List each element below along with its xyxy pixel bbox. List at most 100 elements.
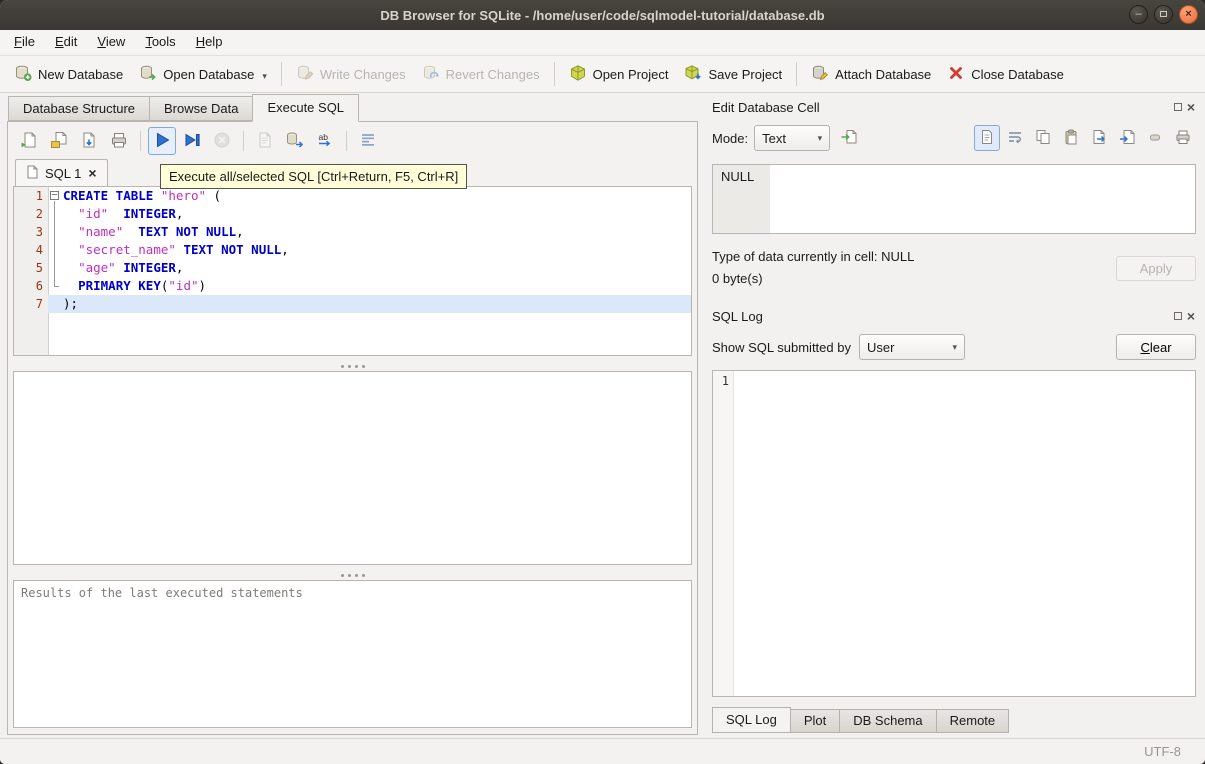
titlebar[interactable]: DB Browser for SQLite - /home/user/code/… — [0, 0, 1205, 30]
mode-select[interactable]: Text ▾ — [754, 125, 831, 151]
menubar: File Edit View Tools Help — [0, 30, 1205, 56]
close-window-button[interactable]: × — [1179, 5, 1198, 24]
clear-log-button[interactable]: Clear — [1116, 334, 1196, 360]
close-database-label: Close Database — [971, 66, 1064, 82]
printer-icon — [1174, 128, 1192, 149]
apply-button[interactable]: Apply — [1116, 255, 1196, 281]
fold-collapse-icon[interactable]: – — [48, 187, 63, 205]
menu-file[interactable]: File — [4, 30, 45, 55]
log-filter-label: Show SQL submitted by — [712, 339, 851, 355]
attach-database-button[interactable]: Attach Database — [803, 60, 939, 89]
close-tab-icon[interactable]: × — [88, 165, 96, 181]
null-icon — [1146, 128, 1164, 149]
save-project-label: Save Project — [708, 66, 783, 82]
cell-value-editor[interactable]: NULL — [712, 164, 1196, 234]
sql-editor[interactable]: 1– CREATE TABLE "hero" (2 "id" INTEGER, 3 … — [13, 186, 692, 356]
editor-line-2[interactable]: 2 "id" INTEGER, — [14, 205, 691, 223]
main-toolbar: New Database Open Database ▾ Write Chang… — [0, 56, 1205, 93]
fold-margin — [48, 223, 63, 241]
menu-tools[interactable]: Tools — [135, 30, 185, 55]
new-tab-icon — [19, 130, 39, 153]
line-number: 4 — [35, 243, 43, 257]
save-sql-file-button[interactable] — [75, 127, 103, 155]
attach-database-label: Attach Database — [835, 66, 932, 82]
minimize-button[interactable]: – — [1129, 5, 1148, 24]
close-database-button[interactable]: Close Database — [939, 60, 1072, 89]
execute-current-line-button[interactable] — [178, 127, 206, 155]
log-filter-value: User — [866, 339, 895, 355]
window-title: DB Browser for SQLite - /home/user/code/… — [380, 7, 825, 23]
log-filter-select[interactable]: User ▾ — [858, 334, 965, 360]
open-sql-file-button[interactable] — [45, 127, 73, 155]
execute-sql-panel: ab SQL 1 × 1– CREATE TABLE "hero" (2 "id"… — [7, 121, 698, 735]
open-database-button[interactable]: Open Database ▾ — [131, 60, 275, 89]
print-cell-button[interactable] — [1170, 125, 1196, 151]
new-database-button[interactable]: New Database — [6, 60, 131, 89]
import-data-button[interactable] — [836, 125, 862, 151]
export-cell-button[interactable] — [1086, 125, 1112, 151]
open-sql-new-tab-button[interactable] — [15, 127, 43, 155]
results-grid[interactable] — [13, 371, 692, 565]
database-export-icon — [285, 130, 305, 153]
word-wrap-icon — [1006, 128, 1024, 149]
text-mode-button[interactable] — [974, 125, 1000, 151]
write-changes-button[interactable]: Write Changes — [288, 60, 414, 89]
copy-icon — [1034, 128, 1052, 149]
float-panel-icon[interactable] — [1173, 312, 1182, 320]
cell-value-gutter: NULL — [713, 165, 770, 233]
edit-cell-title: Edit Database Cell — [712, 99, 820, 115]
save-project-button[interactable]: Save Project — [676, 60, 790, 89]
tab-execute-sql[interactable]: Execute SQL — [252, 94, 360, 122]
print-sql-button[interactable] — [105, 127, 133, 155]
sql-document-tab[interactable]: SQL 1 × — [15, 159, 108, 186]
word-wrap-button[interactable] — [1002, 125, 1028, 151]
editor-line-4[interactable]: 4 "secret_name" TEXT NOT NULL, — [14, 241, 691, 259]
float-panel-icon[interactable] — [1173, 103, 1182, 111]
bottom-tab-remote[interactable]: Remote — [935, 709, 1010, 733]
maximize-button[interactable] — [1154, 5, 1173, 24]
import-cell-button[interactable] — [1114, 125, 1140, 151]
editor-line-3[interactable]: 3 "name" TEXT NOT NULL, — [14, 223, 691, 241]
code-text: "age" INTEGER, — [78, 260, 184, 275]
close-panel-icon[interactable]: × — [1187, 100, 1195, 114]
find-replace-button[interactable]: ab — [311, 127, 339, 155]
maximize-icon — [1160, 11, 1167, 17]
splitter-handle[interactable] — [13, 565, 692, 580]
toolbar-separator — [243, 131, 244, 151]
set-null-button[interactable] — [1142, 125, 1168, 151]
line-number: 6 — [35, 279, 43, 293]
editor-line-7[interactable]: 7); — [14, 295, 691, 313]
stop-execution-button[interactable] — [208, 127, 236, 155]
sql-log-area[interactable]: 1 — [712, 370, 1196, 697]
save-results-button[interactable] — [251, 127, 279, 155]
editor-line-1[interactable]: 1– CREATE TABLE "hero" ( — [14, 187, 691, 205]
close-database-icon — [947, 64, 965, 85]
results-message-area[interactable]: Results of the last executed statements — [13, 580, 692, 728]
open-project-button[interactable]: Open Project — [561, 60, 677, 89]
editor-line-5[interactable]: 5 "age" INTEGER, — [14, 259, 691, 277]
close-panel-icon[interactable]: × — [1187, 309, 1195, 323]
code-text: ); — [63, 295, 691, 313]
bottom-tab-db-schema[interactable]: DB Schema — [839, 709, 937, 733]
tab-browse-data[interactable]: Browse Data — [149, 96, 254, 121]
chevron-down-icon[interactable]: ▾ — [262, 67, 267, 82]
menu-edit[interactable]: Edit — [45, 30, 87, 55]
format-sql-button[interactable] — [354, 127, 382, 155]
menu-help[interactable]: Help — [186, 30, 233, 55]
toolbar-separator — [280, 62, 282, 86]
revert-changes-button[interactable]: Revert Changes — [414, 60, 548, 89]
bottom-tab-plot[interactable]: Plot — [789, 709, 841, 733]
import-file-icon — [840, 128, 858, 149]
execute-all-button[interactable] — [148, 127, 176, 155]
cell-editor-toolbar: Mode: Text ▾ — [712, 122, 1196, 154]
attach-database-icon — [811, 64, 829, 85]
export-sql-button[interactable] — [281, 127, 309, 155]
menu-view[interactable]: View — [87, 30, 135, 55]
editor-line-6[interactable]: 6 PRIMARY KEY("id") — [14, 277, 691, 295]
tab-database-structure[interactable]: Database Structure — [8, 96, 151, 121]
paste-cell-button[interactable] — [1058, 125, 1084, 151]
splitter-handle[interactable] — [13, 356, 692, 371]
bottom-tab-sql-log[interactable]: SQL Log — [712, 707, 791, 733]
app-window: DB Browser for SQLite - /home/user/code/… — [0, 0, 1205, 764]
copy-cell-button[interactable] — [1030, 125, 1056, 151]
